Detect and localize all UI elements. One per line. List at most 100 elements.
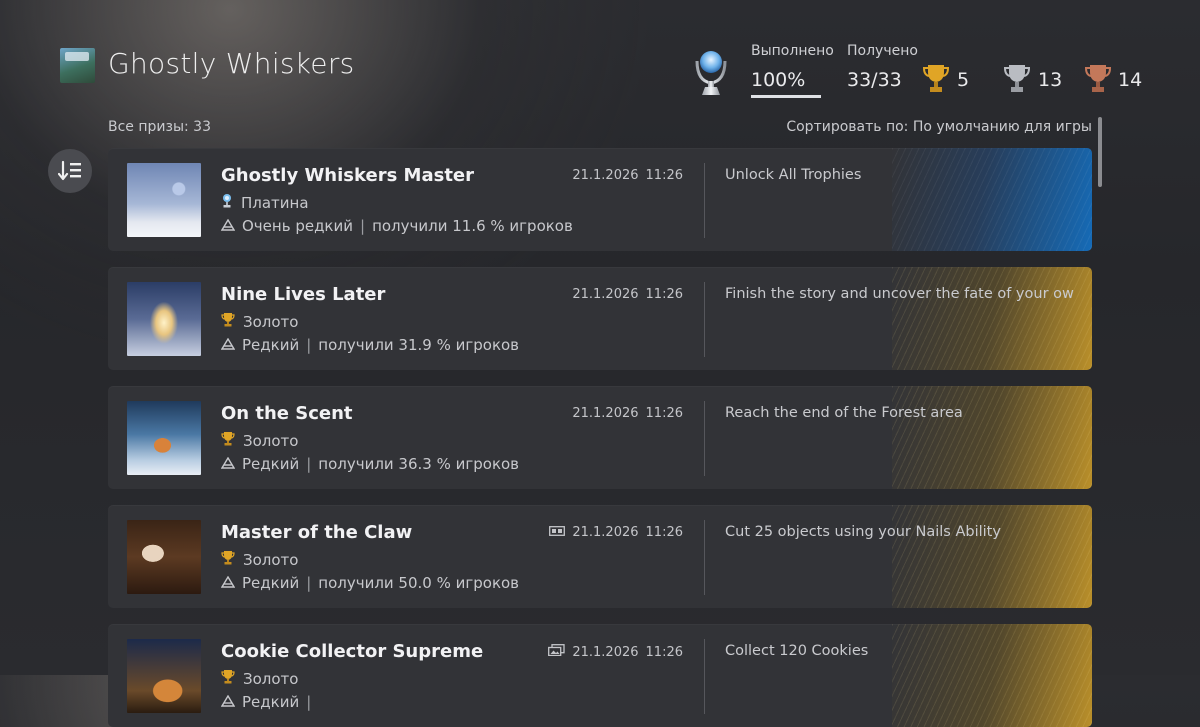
grade-glow	[892, 267, 1092, 370]
earned-label: Получено	[847, 43, 918, 59]
trophy-card[interactable]: Cookie Collector Supreme Золото Редкий |…	[108, 624, 1092, 727]
sort-descending-icon	[58, 160, 81, 181]
trophy-grade: Золото	[221, 550, 298, 569]
trophy-description: Collect 120 Cookies	[725, 643, 869, 659]
trophy-grade: Платина	[221, 193, 309, 212]
grade-glow	[892, 148, 1092, 251]
bronze-trophy-icon	[1085, 65, 1111, 92]
rarity-icon	[220, 336, 236, 354]
trophy-card[interactable]: Master of the Claw Золото Редкий | получ…	[108, 505, 1092, 608]
completion-progress-fill	[751, 95, 821, 98]
rarity-separator: |	[306, 574, 312, 592]
trophy-rarity: Редкий | получили 36.3 % игроков	[220, 455, 520, 473]
completed-label: Выполнено	[751, 43, 834, 59]
trophy-time-value: 11:26	[645, 525, 683, 540]
sort-button[interactable]	[48, 149, 92, 193]
card-divider	[704, 639, 705, 714]
platinum-trophy-icon	[695, 51, 727, 95]
trophy-grade: Золото	[221, 312, 298, 331]
all-trophies-count: Все призы: 33	[108, 119, 211, 135]
trophy-earned-percent: получили 36.3 % игроков	[318, 455, 520, 473]
trophy-date-value: 21.1.2026	[572, 525, 639, 540]
trophy-name: Nine Lives Later	[221, 284, 386, 305]
trophy-time-value: 11:26	[645, 168, 683, 183]
trophy-image	[127, 639, 201, 713]
rarity-icon	[220, 693, 236, 711]
rarity-separator: |	[360, 217, 366, 235]
grade-glow	[892, 505, 1092, 608]
trophy-date-value: 21.1.2026	[572, 168, 639, 183]
trophy-rarity-label: Редкий	[242, 693, 300, 711]
trophy-name: Ghostly Whiskers Master	[221, 165, 475, 186]
gold-count: 5	[957, 69, 970, 91]
trophy-grade-label: Золото	[243, 669, 299, 688]
trophy-rarity: Редкий | получили 31.9 % игроков	[220, 336, 520, 354]
sort-selector[interactable]: Сортировать по: По умолчанию для игры	[786, 119, 1092, 135]
completion-progress-bar	[751, 95, 821, 98]
screenshot-gallery-icon	[548, 644, 566, 660]
completed-value: 100%	[751, 69, 806, 91]
trophy-date-value: 21.1.2026	[572, 287, 639, 302]
card-divider	[704, 282, 705, 357]
grade-glow	[892, 624, 1092, 727]
trophy-grade: Золото	[221, 431, 298, 450]
trophy-grade: Золото	[221, 669, 298, 688]
trophy-card[interactable]: Ghostly Whiskers Master Платина Очень ре…	[108, 148, 1092, 251]
silver-count: 13	[1038, 69, 1063, 91]
trophy-description: Unlock All Trophies	[725, 167, 862, 183]
trophy-rarity-label: Редкий	[242, 574, 300, 592]
trophy-rarity-label: Редкий	[242, 455, 300, 473]
trophy-image	[127, 401, 201, 475]
card-divider	[704, 401, 705, 476]
trophy-earned-percent: получили 50.0 % игроков	[318, 574, 520, 592]
grade-glow	[892, 386, 1092, 489]
gold-trophy-icon	[221, 431, 235, 450]
trophy-grade-label: Золото	[243, 431, 299, 450]
trophy-rarity-label: Редкий	[242, 336, 300, 354]
silver-trophy-icon	[1004, 65, 1030, 92]
gold-trophy-icon	[221, 312, 235, 331]
game-cover-icon	[60, 48, 95, 83]
trophy-time-value: 11:26	[645, 644, 683, 660]
trophy-earned-percent: получили 31.9 % игроков	[318, 336, 520, 354]
trophy-name: Master of the Claw	[221, 522, 413, 543]
trophy-description: Finish the story and uncover the fate of…	[725, 286, 1075, 302]
rarity-icon	[220, 217, 236, 235]
platinum-trophy-icon	[221, 193, 233, 212]
rarity-separator: |	[306, 455, 312, 473]
trophy-rarity: Очень редкий | получили 11.6 % игроков	[220, 217, 573, 235]
rarity-icon	[220, 455, 236, 473]
trophy-date-value: 21.1.2026	[572, 406, 639, 421]
trophy-card[interactable]: On the Scent Золото Редкий | получили 36…	[108, 386, 1092, 489]
trophy-rarity: Редкий | получили 50.0 % игроков	[220, 574, 520, 592]
bronze-count: 14	[1118, 69, 1143, 91]
trophy-date: 21.1.2026 11:26	[572, 406, 683, 421]
rarity-separator: |	[306, 693, 312, 711]
gold-trophy-icon	[221, 550, 235, 569]
trophy-time-value: 11:26	[645, 406, 683, 421]
trophy-name: Cookie Collector Supreme	[221, 641, 484, 662]
gold-trophy-icon	[923, 65, 949, 92]
trophy-description: Cut 25 objects using your Nails Ability	[725, 524, 1001, 540]
trophy-date: 21.1.2026 11:26	[572, 287, 683, 302]
trophy-date: 21.1.2026 11:26	[572, 168, 683, 183]
trophy-date: 21.1.2026 11:26	[549, 525, 683, 540]
rarity-icon	[220, 574, 236, 592]
trophy-date: 21.1.2026 11:26	[548, 644, 683, 660]
trophy-name: On the Scent	[221, 403, 353, 424]
card-divider	[704, 520, 705, 595]
rarity-separator: |	[306, 336, 312, 354]
trophy-time-value: 11:26	[645, 287, 683, 302]
trophy-card[interactable]: Nine Lives Later Золото Редкий | получил…	[108, 267, 1092, 370]
card-divider	[704, 163, 705, 238]
trophy-rarity-label: Очень редкий	[242, 217, 353, 235]
trophy-rarity: Редкий |	[220, 693, 318, 711]
scrollbar[interactable]	[1098, 117, 1102, 187]
earned-value: 33/33	[847, 69, 902, 91]
trophy-date-value: 21.1.2026	[572, 644, 639, 660]
game-title: Ghostly Whiskers	[108, 47, 355, 80]
gold-trophy-icon	[221, 669, 235, 688]
trophy-earned-percent: получили 11.6 % игроков	[372, 217, 573, 235]
trophy-grade-label: Платина	[241, 193, 309, 212]
trophy-grade-label: Золото	[243, 550, 299, 569]
